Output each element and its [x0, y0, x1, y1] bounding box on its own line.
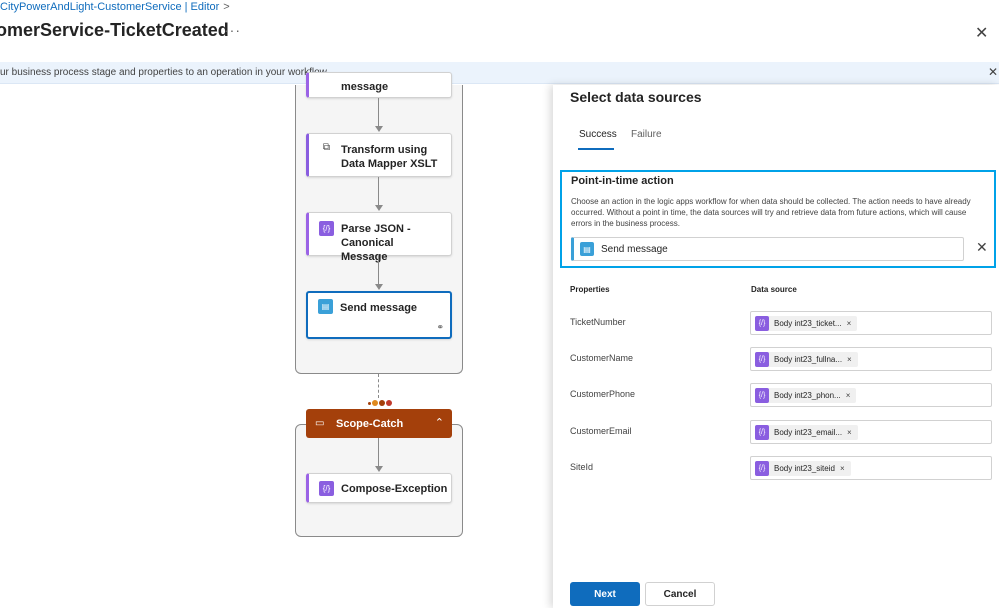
cancel-button[interactable]: Cancel	[645, 582, 715, 606]
breadcrumb-separator-icon: >	[223, 1, 230, 13]
data-source-field[interactable]: {/} Body int23_phon... ×	[750, 383, 992, 407]
connector-line	[378, 177, 379, 205]
data-source-column-header: Data source	[751, 285, 797, 294]
data-source-field[interactable]: {/} Body int23_ticket... ×	[750, 311, 992, 335]
workflow-canvas[interactable]	[0, 85, 552, 608]
run-after-indicator[interactable]	[368, 400, 392, 406]
tab-success[interactable]: Success	[579, 129, 617, 140]
data-source-field[interactable]: {/} Body int23_fullna... ×	[750, 347, 992, 371]
property-name: CustomerEmail	[570, 426, 632, 436]
more-options-icon[interactable]: ···	[224, 22, 241, 38]
data-source-token[interactable]: {/} Body int23_ticket... ×	[755, 316, 858, 331]
app-root: CityPowerAndLight-CustomerService | Edit…	[0, 0, 999, 608]
scope-catch-label: Scope-Catch	[336, 418, 404, 430]
property-row: CustomerEmail {/} Body int23_email... ×	[553, 420, 999, 444]
workflow-action-card[interactable]: ⧉ Transform using Data Mapper XSLT	[306, 133, 452, 177]
point-in-time-action-selector[interactable]: ▤ Send message	[571, 237, 964, 261]
data-source-field[interactable]: {/} Body int23_email... ×	[750, 420, 992, 444]
property-name: CustomerPhone	[570, 389, 636, 399]
connector-arrow-icon	[374, 126, 383, 132]
data-source-token[interactable]: {/} Body int23_siteid ×	[755, 461, 851, 476]
dashed-connector	[378, 374, 379, 398]
workflow-action-card[interactable]: message	[306, 72, 452, 98]
remove-token-icon[interactable]: ×	[846, 391, 851, 400]
connector-line	[378, 438, 379, 466]
property-row: TicketNumber {/} Body int23_ticket... ×	[553, 311, 999, 335]
remove-token-icon[interactable]: ×	[840, 464, 845, 473]
action-label: Send message	[340, 302, 418, 314]
data-source-token[interactable]: {/} Body int23_fullna... ×	[755, 352, 858, 367]
expression-icon: {/}	[755, 316, 769, 331]
expression-icon: {/}	[755, 388, 769, 403]
scope-catch-header[interactable]: ▭ Scope-Catch ⌃	[306, 409, 452, 438]
remove-action-icon[interactable]: ✕	[976, 239, 988, 256]
send-message-action-card[interactable]: ▤ Send message ⚭	[306, 291, 452, 339]
properties-column-header: Properties	[570, 285, 610, 294]
action-label: message	[341, 81, 389, 93]
data-source-token[interactable]: {/} Body int23_email... ×	[755, 425, 858, 440]
action-label: Compose-Exception	[341, 483, 448, 495]
parse-json-icon: {/}	[319, 221, 334, 236]
breadcrumb[interactable]: CityPowerAndLight-CustomerService | Edit…	[0, 1, 230, 13]
next-button[interactable]: Next	[570, 582, 640, 606]
connector-arrow-icon	[374, 205, 383, 211]
token-label: Body int23_email...	[774, 428, 843, 437]
link-icon: ⚭	[436, 322, 444, 332]
send-message-icon: ▤	[580, 242, 594, 256]
property-row: CustomerPhone {/} Body int23_phon... ×	[553, 383, 999, 407]
active-tab-indicator	[578, 148, 614, 150]
panel-title: Select data sources	[570, 89, 702, 105]
point-in-time-section: Point-in-time action Choose an action in…	[560, 170, 996, 268]
property-name: TicketNumber	[570, 317, 626, 327]
status-dot-icon	[368, 401, 371, 405]
property-name: SiteId	[570, 462, 594, 472]
token-label: Body int23_phon...	[774, 391, 841, 400]
breadcrumb-link[interactable]: CityPowerAndLight-CustomerService | Edit…	[0, 1, 219, 13]
expression-icon: {/}	[755, 425, 769, 440]
compose-icon: {/}	[319, 481, 334, 496]
point-in-time-title: Point-in-time action	[571, 175, 674, 187]
property-name: CustomerName	[570, 353, 634, 363]
property-row: CustomerName {/} Body int23_fullna... ×	[553, 347, 999, 371]
property-row: SiteId {/} Body int23_siteid ×	[553, 456, 999, 480]
data-source-token[interactable]: {/} Body int23_phon... ×	[755, 388, 857, 403]
connector-line	[378, 256, 379, 284]
token-label: Body int23_ticket...	[774, 319, 842, 328]
status-dot-icon	[386, 400, 392, 406]
token-label: Body int23_siteid	[774, 464, 835, 473]
status-dot-icon	[379, 400, 385, 406]
connector-arrow-icon	[374, 284, 383, 290]
info-message-text: ur business process stage and properties…	[0, 67, 330, 78]
select-data-sources-panel: Select data sources Success Failure Poin…	[553, 85, 999, 608]
page-title: omerService-TicketCreated	[0, 20, 229, 40]
action-label: Parse JSON - Canonical Message	[341, 223, 411, 263]
expression-icon: {/}	[755, 461, 769, 476]
workflow-action-card[interactable]: {/} Parse JSON - Canonical Message	[306, 212, 452, 263]
data-source-field[interactable]: {/} Body int23_siteid ×	[750, 456, 992, 480]
tab-failure[interactable]: Failure	[631, 129, 662, 140]
expression-icon: {/}	[755, 352, 769, 367]
remove-token-icon[interactable]: ×	[847, 428, 852, 437]
close-editor-icon[interactable]: ✕	[975, 23, 988, 43]
connector-arrow-icon	[374, 466, 383, 472]
point-in-time-action-label: Send message	[601, 244, 668, 255]
status-dot-icon	[372, 400, 378, 406]
transform-icon: ⧉	[322, 142, 331, 153]
chevron-up-icon[interactable]: ⌃	[435, 416, 444, 429]
compose-exception-card[interactable]: {/} Compose-Exception	[306, 473, 452, 503]
send-message-icon: ▤	[318, 299, 333, 314]
scope-icon: ▭	[315, 418, 325, 429]
action-label: Transform using Data Mapper XSLT	[341, 144, 438, 170]
remove-token-icon[interactable]: ×	[847, 355, 852, 364]
remove-token-icon[interactable]: ×	[847, 319, 852, 328]
point-in-time-description: Choose an action in the logic apps workf…	[571, 197, 971, 228]
token-label: Body int23_fullna...	[774, 355, 843, 364]
connector-line	[378, 98, 379, 126]
info-message-bar: ur business process stage and properties…	[0, 62, 999, 84]
dismiss-info-icon[interactable]: ✕	[988, 65, 998, 79]
